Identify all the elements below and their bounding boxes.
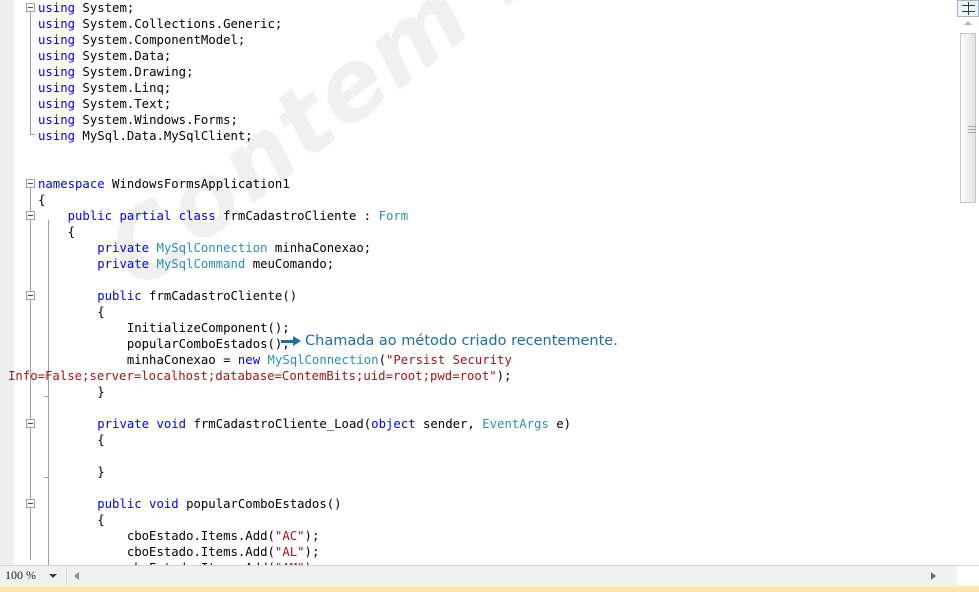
bottom-accent-strip	[0, 585, 979, 592]
code-line[interactable]: {	[38, 512, 104, 528]
code-line[interactable]: namespace WindowsFormsApplication1	[38, 176, 290, 192]
scrollbar-corner	[957, 566, 979, 585]
code-line[interactable]: using MySql.Data.MySqlClient;	[38, 128, 253, 144]
code-line[interactable]: }	[38, 384, 104, 400]
split-view-button[interactable]	[957, 0, 979, 17]
scroll-left-arrow-icon[interactable]	[74, 572, 79, 580]
code-line[interactable]: private void frmCadastroCliente_Load(obj…	[38, 416, 571, 432]
annotation-callout: Chamada ao método criado recentemente.	[281, 333, 618, 349]
code-line[interactable]: using System.Data;	[38, 48, 171, 64]
code-line[interactable]: {	[38, 224, 75, 240]
code-text-layer: using System; using System.Collections.G…	[0, 0, 957, 565]
code-line[interactable]: public frmCadastroCliente()	[38, 288, 297, 304]
code-line[interactable]: {	[38, 304, 104, 320]
code-line[interactable]: using System.Drawing;	[38, 64, 194, 80]
code-line[interactable]: cboEstado.Items.Add("AL");	[38, 544, 320, 560]
editor-bottom-bar: 100 %	[0, 565, 979, 585]
vertical-scrollbar-thumb[interactable]	[960, 33, 976, 203]
code-line[interactable]: using System.ComponentModel;	[38, 32, 245, 48]
annotation-text: Chamada ao método criado recentemente.	[305, 333, 618, 349]
code-line[interactable]: using System.Text;	[38, 96, 171, 112]
code-line[interactable]: using System.Windows.Forms;	[38, 112, 238, 128]
code-line[interactable]: public void popularComboEstados()	[38, 496, 341, 512]
zoom-level-label: 100 %	[5, 568, 36, 582]
horizontal-scrollbar[interactable]	[68, 566, 979, 585]
code-editor-surface[interactable]: Contem Bits using System; using System.C…	[0, 0, 957, 565]
right-arrow-icon	[281, 335, 301, 347]
code-line[interactable]: }	[38, 464, 104, 480]
chevron-down-icon[interactable]	[49, 574, 57, 578]
code-line[interactable]: private MySqlConnection minhaConexao;	[38, 240, 371, 256]
code-line[interactable]: popularComboEstados();	[38, 336, 290, 352]
code-line[interactable]: cboEstado.Items.Add("AC");	[38, 528, 320, 544]
code-line[interactable]: public partial class frmCadastroCliente …	[38, 208, 409, 224]
code-line[interactable]: minhaConexao = new MySqlConnection("Pers…	[38, 352, 512, 368]
code-line[interactable]: Info=False;server=localhost;database=Con…	[8, 368, 511, 384]
code-line[interactable]: InitializeComponent();	[38, 320, 290, 336]
code-line[interactable]: {	[38, 432, 104, 448]
zoom-level-dropdown[interactable]: 100 %	[0, 566, 67, 585]
code-line[interactable]: private MySqlCommand meuComando;	[38, 256, 334, 272]
split-view-icon	[961, 2, 975, 15]
code-line[interactable]: {	[38, 192, 45, 208]
vertical-scrollbar[interactable]	[957, 17, 979, 568]
code-line[interactable]: using System;	[38, 0, 134, 16]
code-line[interactable]: using System.Collections.Generic;	[38, 16, 282, 32]
bottom-accent-highlight	[0, 585, 979, 587]
scroll-right-arrow-icon[interactable]	[931, 572, 936, 580]
code-line[interactable]: using System.Linq;	[38, 80, 171, 96]
visual-studio-code-editor-window: Contem Bits using System; using System.C…	[0, 0, 979, 592]
scroll-thumb-grip-icon	[968, 126, 976, 133]
scroll-up-arrow-icon[interactable]	[964, 21, 972, 25]
